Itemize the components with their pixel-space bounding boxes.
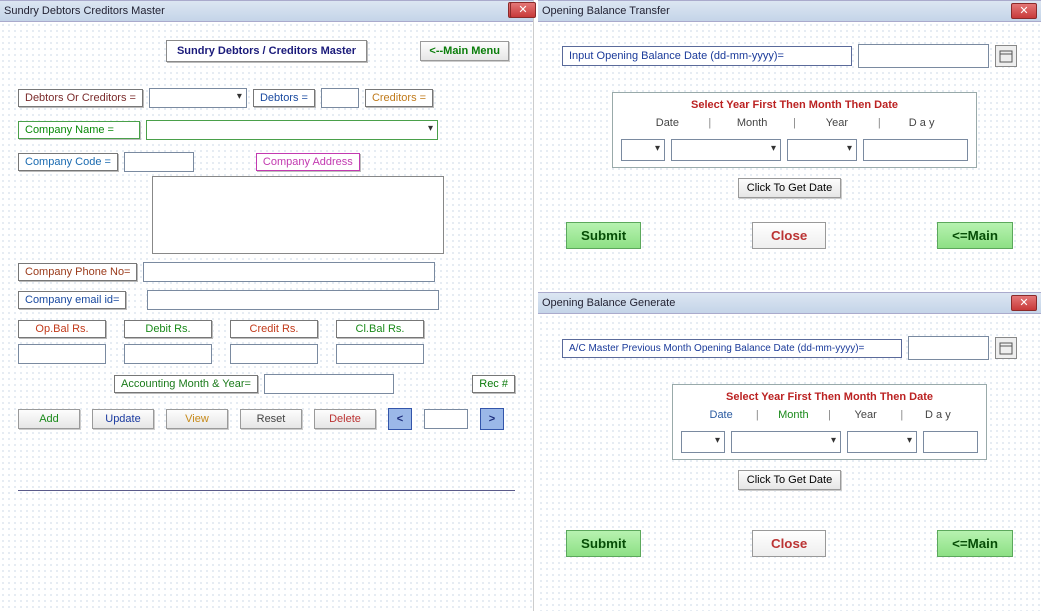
credit-field[interactable]: [230, 344, 318, 364]
opening-date-field[interactable]: [858, 44, 989, 68]
label-opbal: Op.Bal Rs.: [18, 320, 106, 338]
click-get-date-button[interactable]: Click To Get Date: [738, 178, 841, 198]
submit-button[interactable]: Submit: [566, 222, 641, 249]
date-select[interactable]: [681, 431, 725, 453]
next-button[interactable]: >: [480, 408, 504, 430]
creditors-field[interactable]: [439, 88, 477, 108]
month-select[interactable]: [731, 431, 841, 453]
year-select[interactable]: [787, 139, 857, 161]
submit-button[interactable]: Submit: [566, 530, 641, 557]
add-button[interactable]: Add: [18, 409, 80, 429]
picker-title: Select Year First Then Month Then Date: [621, 99, 968, 111]
page-title: Sundry Debtors / Creditors Master: [166, 40, 367, 62]
company-email-field[interactable]: [147, 290, 439, 310]
label-company-email: Company email id=: [18, 291, 126, 309]
delete-button[interactable]: Delete: [314, 409, 376, 429]
label-input-date: A/C Master Previous Month Opening Balanc…: [562, 339, 902, 358]
year-select[interactable]: [847, 431, 917, 453]
label-debtors: Debtors =: [253, 89, 315, 107]
debit-field[interactable]: [124, 344, 212, 364]
debtors-or-creditors-select[interactable]: [149, 88, 247, 108]
prev-button[interactable]: <: [388, 408, 412, 430]
opening-date-field[interactable]: [908, 336, 989, 360]
window-title: Sundry Debtors Creditors Master: [4, 5, 165, 17]
acct-month-year-field[interactable]: [264, 374, 394, 394]
titlebar-left[interactable]: Sundry Debtors Creditors Master ✕: [0, 0, 533, 22]
close-icon[interactable]: ✕: [1011, 295, 1037, 311]
date-select[interactable]: [621, 139, 665, 161]
titlebar-generate[interactable]: Opening Balance Generate ✕: [538, 292, 1041, 314]
label-clbal: Cl.Bal Rs.: [336, 320, 424, 338]
titlebar-transfer[interactable]: Opening Balance Transfer ✕: [538, 0, 1041, 22]
calendar-icon[interactable]: [995, 45, 1017, 67]
label-credit: Credit Rs.: [230, 320, 318, 338]
label-rec-num: Rec #: [472, 375, 515, 393]
main-button[interactable]: <=Main: [937, 530, 1013, 557]
day-field: [863, 139, 968, 161]
picker-headers: Date| Month| Year| D a y: [621, 115, 968, 131]
company-code-field[interactable]: [124, 152, 194, 172]
day-field: [923, 431, 978, 453]
label-debtors-or-creditors: Debtors Or Creditors =: [18, 89, 143, 107]
close-icon[interactable]: ✕: [1011, 3, 1037, 19]
label-company-name: Company Name =: [18, 121, 140, 139]
window-title: Opening Balance Generate: [542, 297, 675, 309]
reset-button[interactable]: Reset: [240, 409, 302, 429]
picker-title: Select Year First Then Month Then Date: [681, 391, 978, 403]
label-input-date: Input Opening Balance Date (dd-mm-yyyy)=: [562, 46, 852, 66]
label-company-address: Company Address: [256, 153, 360, 171]
view-button[interactable]: View: [166, 409, 228, 429]
label-company-code: Company Code =: [18, 153, 118, 171]
rec-num-field[interactable]: [424, 409, 468, 429]
label-company-phone: Company Phone No=: [18, 263, 137, 281]
label-creditors: Creditors =: [365, 89, 433, 107]
click-get-date-button[interactable]: Click To Get Date: [738, 470, 841, 490]
company-name-select[interactable]: [146, 120, 438, 140]
month-select[interactable]: [671, 139, 781, 161]
label-debit: Debit Rs.: [124, 320, 212, 338]
window-title: Opening Balance Transfer: [542, 5, 670, 17]
close-icon[interactable]: ✕: [510, 2, 536, 18]
company-phone-field[interactable]: [143, 262, 435, 282]
debtors-field[interactable]: [321, 88, 359, 108]
close-button[interactable]: Close: [752, 530, 826, 557]
separator: [18, 490, 515, 491]
label-acct-month-year: Accounting Month & Year=: [114, 375, 258, 393]
main-menu-button[interactable]: <--Main Menu: [420, 41, 509, 61]
company-address-field[interactable]: [152, 176, 444, 254]
clbal-field[interactable]: [336, 344, 424, 364]
picker-headers: Date| Month| Year| D a y: [681, 407, 978, 423]
update-button[interactable]: Update: [92, 409, 154, 429]
close-button[interactable]: Close: [752, 222, 826, 249]
opbal-field[interactable]: [18, 344, 106, 364]
main-button[interactable]: <=Main: [937, 222, 1013, 249]
calendar-icon[interactable]: [995, 337, 1017, 359]
